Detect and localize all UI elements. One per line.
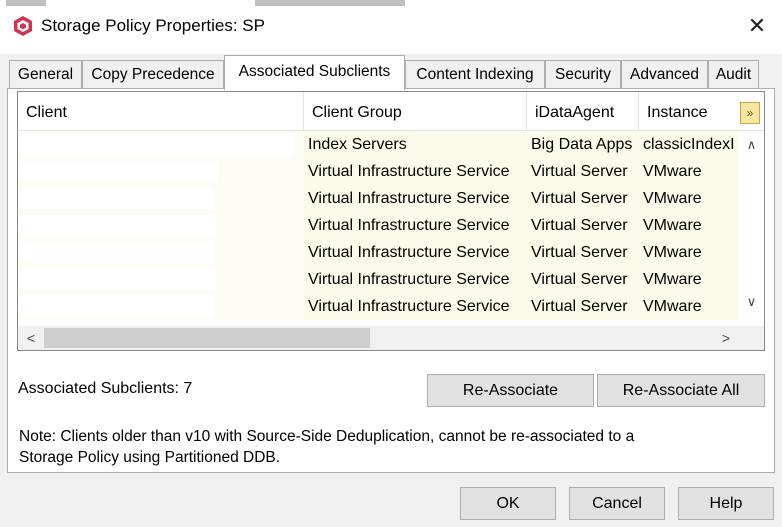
scroll-down-icon[interactable]: ∨ bbox=[739, 291, 764, 313]
background-window-strip bbox=[255, 0, 405, 6]
redaction-block bbox=[18, 161, 218, 182]
client-group-cell: Virtual Infrastructure Service bbox=[304, 239, 527, 266]
tab-security[interactable]: Security bbox=[545, 60, 621, 89]
commvault-logo-icon bbox=[14, 16, 32, 36]
redaction-block bbox=[18, 134, 293, 155]
window-title: Storage Policy Properties: SP bbox=[41, 16, 265, 35]
title-bar: Storage Policy Properties: SP ✕ bbox=[0, 0, 782, 54]
vertical-scrollbar[interactable]: ∧ ∨ bbox=[739, 131, 764, 326]
client-group-cell: Virtual Infrastructure Service bbox=[304, 293, 527, 320]
column-chooser-icon[interactable]: » bbox=[740, 102, 760, 124]
instance-cell: classicIndexI bbox=[639, 131, 739, 158]
instance-cell: VMware bbox=[639, 212, 739, 239]
help-button[interactable]: Help bbox=[678, 487, 774, 520]
tab-copy-precedence[interactable]: Copy Precedence bbox=[82, 60, 224, 89]
client-group-cell: Virtual Infrastructure Service bbox=[304, 212, 527, 239]
instance-cell: VMware bbox=[639, 266, 739, 293]
instance-cell: VMware bbox=[639, 239, 739, 266]
scroll-up-icon[interactable]: ∧ bbox=[739, 134, 764, 156]
redaction-block bbox=[18, 269, 216, 290]
note-line-1: Note: Clients older than v10 with Source… bbox=[19, 428, 635, 445]
client-group-cell: Virtual Infrastructure Service bbox=[304, 158, 527, 185]
tab-audit[interactable]: Audit bbox=[708, 60, 759, 89]
idataagent-cell: Virtual Server bbox=[527, 239, 639, 266]
instance-cell: VMware bbox=[639, 293, 739, 320]
tab-advanced[interactable]: Advanced bbox=[621, 60, 708, 89]
tab-associated-subclients[interactable]: Associated Subclients bbox=[224, 55, 405, 90]
column-header-client-group[interactable]: Client Group bbox=[304, 92, 527, 131]
horizontal-scrollbar[interactable]: < > bbox=[18, 326, 739, 350]
subclients-table: Client Client Group iDataAgent Instance … bbox=[17, 91, 765, 351]
tab-general[interactable]: General bbox=[9, 60, 82, 89]
idataagent-cell: Virtual Server bbox=[527, 212, 639, 239]
tab-strip: General Copy Precedence Associated Subcl… bbox=[0, 55, 782, 90]
column-header-idataagent[interactable]: iDataAgent bbox=[527, 92, 639, 131]
re-associate-button[interactable]: Re-Associate bbox=[427, 374, 594, 407]
dialog-footer: OK Cancel Help bbox=[0, 474, 782, 527]
client-group-cell: Virtual Infrastructure Service bbox=[304, 185, 527, 212]
idataagent-cell: Virtual Server bbox=[527, 293, 639, 320]
idataagent-cell: Virtual Server bbox=[527, 266, 639, 293]
redaction-block bbox=[18, 215, 216, 236]
redaction-block bbox=[18, 242, 214, 263]
associated-subclients-count: Associated Subclients: 7 bbox=[18, 380, 193, 397]
table-header: Client Client Group iDataAgent Instance … bbox=[18, 92, 764, 131]
ok-button[interactable]: OK bbox=[460, 487, 556, 520]
client-group-cell: Index Servers bbox=[304, 131, 527, 158]
horizontal-scroll-thumb[interactable] bbox=[44, 328, 370, 348]
idataagent-cell: Virtual Server bbox=[527, 185, 639, 212]
redaction-block bbox=[18, 296, 214, 317]
close-icon[interactable]: ✕ bbox=[742, 12, 772, 40]
deduplication-note: Note: Clients older than v10 with Source… bbox=[19, 426, 759, 468]
re-associate-all-button[interactable]: Re-Associate All bbox=[597, 374, 765, 407]
client-group-cell: Virtual Infrastructure Service bbox=[304, 266, 527, 293]
column-header-client[interactable]: Client bbox=[18, 92, 304, 131]
instance-cell: VMware bbox=[639, 185, 739, 212]
instance-cell: VMware bbox=[639, 158, 739, 185]
background-window-strip bbox=[6, 0, 46, 6]
tab-content-indexing[interactable]: Content Indexing bbox=[405, 60, 545, 89]
cancel-button[interactable]: Cancel bbox=[569, 487, 665, 520]
note-line-2: Storage Policy using Partitioned DDB. bbox=[19, 449, 281, 466]
scrollbar-corner bbox=[739, 326, 764, 350]
idataagent-cell: Virtual Server bbox=[527, 158, 639, 185]
scroll-right-icon[interactable]: > bbox=[714, 326, 738, 350]
column-header-instance[interactable]: Instance bbox=[639, 92, 739, 131]
scroll-left-icon[interactable]: < bbox=[19, 326, 43, 350]
redaction-block bbox=[18, 188, 214, 209]
idataagent-cell: Big Data Apps bbox=[527, 131, 639, 158]
